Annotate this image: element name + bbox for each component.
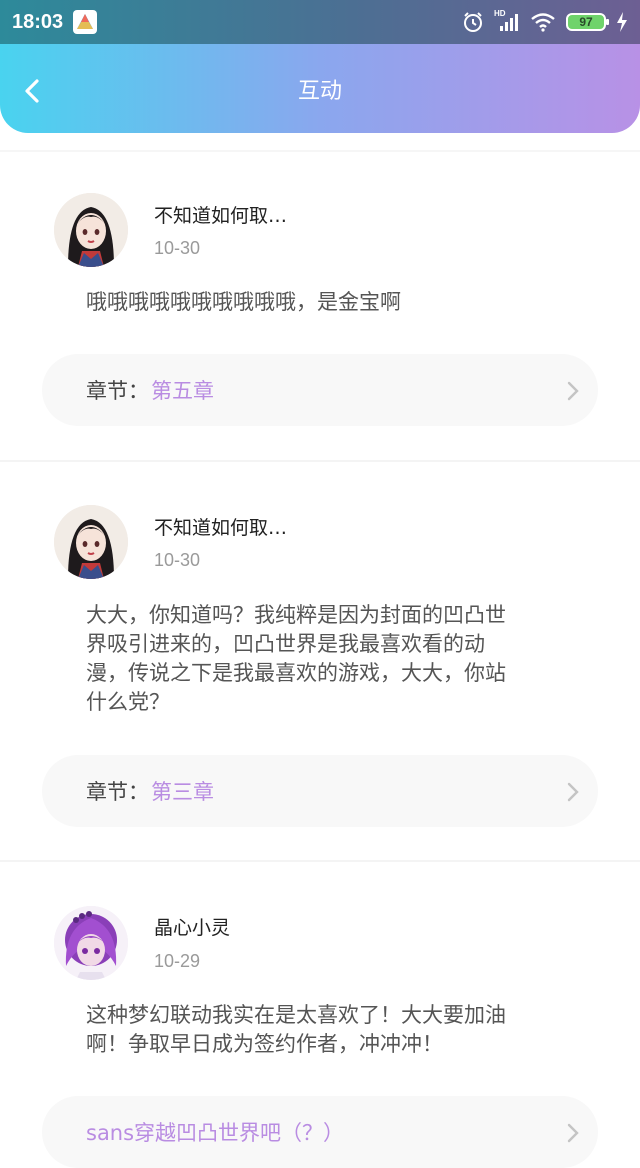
chevron-right-icon: [567, 381, 579, 401]
chapter-link[interactable]: 章节： 第三章: [42, 755, 598, 827]
comment-date: 10-30: [154, 550, 201, 570]
comment-body: 哦哦哦哦哦哦哦哦哦哦，是金宝啊: [86, 290, 401, 314]
status-time: 18:03: [12, 10, 64, 33]
status-bar: 18:03 HD 97: [0, 0, 640, 44]
comment-body: 大大，你知道吗？我纯粹是因为封面的凹凸世 界吸引进来的，凹凸世界是我最喜欢看的动…: [86, 601, 586, 717]
wifi-icon: [531, 13, 555, 32]
comment-body: 这种梦幻联动我实在是太喜欢了！大大要加油 啊！争取早日成为签约作者，冲冲冲！: [86, 1001, 586, 1059]
comment-username: 不知道如何取…: [154, 517, 288, 539]
app-notification-icon: [73, 10, 98, 34]
avatar[interactable]: [54, 906, 128, 980]
avatar[interactable]: [54, 505, 128, 579]
chapter-value: sans穿越凹凸世界吧（？）: [86, 1121, 345, 1145]
comment-date: 10-29: [154, 951, 201, 971]
comment-body-line: 大大，你知道吗？我纯粹是因为封面的凹凸世: [86, 603, 506, 627]
comment-body-line: 啊！争取早日成为签约作者，冲冲冲！: [86, 1032, 443, 1056]
comment-body-line: 什么党？: [86, 690, 170, 714]
page-title: 互动: [297, 78, 342, 104]
comment-divider: [0, 860, 640, 862]
battery-level: 97: [579, 15, 593, 29]
chapter-label: 章节：: [86, 780, 149, 804]
chevron-right-icon: [567, 782, 579, 802]
chevron-right-icon: [567, 1123, 579, 1143]
avatar[interactable]: [54, 193, 128, 267]
signal-icon: HD: [494, 9, 520, 33]
page-header: 互动: [0, 44, 640, 133]
chapter-value: 第五章: [151, 379, 214, 403]
charging-icon: [617, 12, 627, 32]
alarm-icon: [464, 12, 482, 32]
chapter-label: 章节：: [86, 379, 149, 403]
comment-divider: [0, 460, 640, 462]
battery-indicator: 97: [566, 13, 609, 31]
comment-username: 晶心小灵: [154, 917, 231, 939]
comment-username: 不知道如何取…: [154, 205, 288, 227]
comment-body-line: 界吸引进来的，凹凸世界是我最喜欢看的动: [86, 632, 485, 656]
header-shadow-divider: [0, 150, 640, 152]
chapter-link[interactable]: sans穿越凹凸世界吧（？）: [42, 1096, 598, 1168]
comment-body-line: 漫，传说之下是我最喜欢的游戏，大大，你站: [86, 661, 506, 685]
chapter-link[interactable]: 章节： 第五章: [42, 354, 598, 426]
comment-date: 10-30: [154, 238, 201, 258]
comment-body-line: 这种梦幻联动我实在是太喜欢了！大大要加油: [86, 1003, 506, 1027]
chapter-value: 第三章: [151, 780, 214, 804]
status-icons: HD 97: [462, 9, 628, 33]
back-arrow-icon[interactable]: [20, 78, 46, 104]
